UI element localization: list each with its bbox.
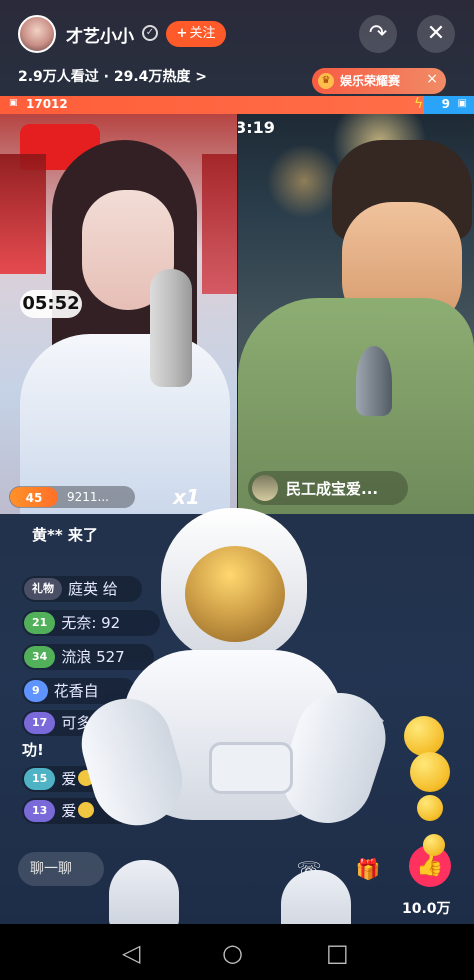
left-curtain: [0, 154, 46, 274]
chat-text: 庭英 给: [68, 580, 118, 598]
chat-message: 13 爱: [22, 798, 132, 824]
chat-message: 34 流浪 527: [22, 644, 154, 670]
level-badge: 9: [24, 680, 48, 702]
live-header: 才艺小小 ✓ + 关注 ↷ ✕ 2.9万人看过 · 29.4万热度 > ♛ 娱乐荣…: [0, 0, 474, 96]
plus-icon: +: [176, 26, 188, 41]
left-score: 17012: [26, 97, 68, 111]
guest-name: 民工成宝爱...: [286, 480, 379, 498]
emoji-icon: [417, 795, 443, 821]
guest-tag[interactable]: 民工成宝爱...: [248, 471, 408, 505]
chat-text: 爱: [61, 770, 77, 788]
thumbs-up-icon: 👍: [416, 853, 444, 878]
emoji-icon: [423, 834, 445, 856]
left-id-text: 9211...: [67, 490, 109, 504]
chat-message: 15 爱: [22, 766, 132, 792]
level-chip: 45: [10, 487, 58, 507]
back-nav-icon[interactable]: ◁: [122, 939, 140, 967]
level-badge: 13: [24, 800, 56, 822]
microphone-left: [150, 269, 192, 387]
star-icon: [78, 802, 95, 818]
chat-final-line: 功!: [22, 741, 44, 759]
follow-label: 关注: [189, 26, 216, 41]
android-nav-bar: ◁ ○ □: [0, 924, 474, 980]
close-icon: ✕: [426, 21, 446, 46]
level-badge: 34: [24, 646, 56, 668]
share-icon: ↷: [368, 21, 388, 46]
left-level-badge[interactable]: 45 9211...: [9, 486, 135, 508]
chat-message: 17 可多: [22, 710, 118, 736]
chat-text: 无奈: 92: [61, 614, 121, 632]
lightning-icon: ϟ: [414, 96, 424, 112]
guest-avatar: [252, 475, 278, 501]
chat-input[interactable]: 聊一聊: [18, 852, 104, 886]
chat-message: 礼物 庭英 给: [22, 576, 142, 602]
gift-icon: ▣: [9, 98, 18, 108]
pk-score-bar: ▣ 17012 ϟ 9 ▣: [0, 96, 474, 114]
level-badge: 17: [24, 712, 56, 734]
share-button[interactable]: ↷: [359, 15, 397, 53]
trophy-icon: ♛: [318, 73, 334, 89]
verified-icon: ✓: [142, 25, 158, 41]
gift-icon: ▣: [457, 98, 467, 109]
right-video[interactable]: PK 03:19 民工成宝爱...: [238, 114, 474, 514]
home-nav-icon[interactable]: ○: [222, 939, 243, 967]
phone-icon[interactable]: ☏: [292, 852, 326, 886]
right-curtain: [202, 154, 237, 294]
stream-stats[interactable]: 2.9万人看过 · 29.4万热度 >: [18, 66, 207, 86]
chat-text: 可多: [61, 714, 92, 732]
level-badge: 21: [24, 612, 56, 634]
gift-button[interactable]: 🎁: [351, 852, 385, 886]
chat-area[interactable]: 黄** 来了 礼物 庭英 给 21 无奈: 92 34 流浪 527 9 花香自 17 可…: [0, 514, 474, 924]
chat-message: 21 无奈: 92: [22, 610, 160, 636]
likes-count: 10.0万: [402, 901, 451, 917]
multiplier: x1: [173, 485, 200, 509]
emoji-icon: [410, 752, 450, 792]
event-label: 娱乐荣耀赛: [340, 74, 401, 88]
right-score-bar: 9 ▣: [424, 96, 474, 114]
emoji-icon: [404, 716, 444, 756]
chat-text: 花香自: [53, 682, 99, 700]
left-timer: 05:52: [20, 290, 82, 318]
event-badge[interactable]: ♛ 娱乐荣耀赛 ×: [312, 68, 446, 94]
pk-timer: 03:19: [238, 118, 275, 137]
overlay-text: 满成: [352, 716, 385, 735]
close-button[interactable]: ✕: [417, 15, 455, 53]
recent-apps-icon[interactable]: □: [326, 939, 349, 967]
left-score-bar: ▣ 17012: [0, 96, 424, 114]
event-close-icon[interactable]: ×: [426, 71, 438, 87]
star-icon: [78, 770, 95, 786]
microphone-right: [356, 346, 392, 416]
join-message: 黄** 来了: [32, 526, 98, 544]
follow-button[interactable]: + 关注: [166, 21, 226, 47]
level-badge: 15: [24, 768, 56, 790]
chat-text: 流浪 527: [61, 648, 125, 666]
host-name[interactable]: 才艺小小: [66, 22, 134, 47]
right-score: 9: [441, 97, 450, 111]
left-video[interactable]: 05:52 45 9211... x1: [0, 114, 237, 514]
host-avatar[interactable]: [18, 15, 56, 53]
gift-badge: 礼物: [24, 578, 62, 600]
chat-message: 9 花香自: [22, 678, 136, 704]
chat-text: 爱: [61, 802, 77, 820]
